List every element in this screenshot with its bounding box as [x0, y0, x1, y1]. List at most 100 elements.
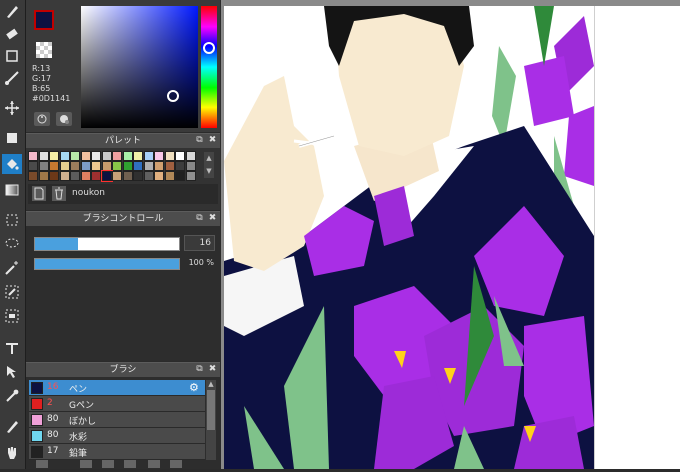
palette-swatch[interactable] [38, 161, 49, 171]
palette-swatch[interactable] [28, 161, 38, 171]
palette-swatch[interactable] [122, 161, 133, 171]
brush-size-value[interactable]: 16 [184, 235, 215, 251]
delete-palette-icon[interactable] [52, 186, 66, 201]
transparent-color-swatch[interactable] [36, 42, 52, 58]
palette-swatch[interactable] [112, 161, 122, 171]
palette-swatch[interactable] [112, 151, 122, 161]
float-panel-icon[interactable]: ⧉ [194, 213, 205, 224]
primary-color-swatch[interactable] [34, 10, 54, 30]
palette-swatch[interactable] [143, 171, 154, 181]
brush-item[interactable]: 16 ペン ⚙ [29, 380, 205, 396]
palette-swatch[interactable] [100, 170, 113, 182]
palette-swatch[interactable] [164, 171, 175, 181]
select-pen-tool-icon[interactable] [2, 282, 22, 302]
brush-scrollbar[interactable]: ▲ [206, 380, 216, 460]
brush-item[interactable]: 17 鉛筆 [29, 444, 205, 460]
palette-swatch[interactable] [91, 161, 101, 171]
palette-swatch[interactable] [133, 171, 143, 181]
hue-cursor[interactable] [203, 42, 215, 54]
palette-scrollbar[interactable]: ▲ ▼ [204, 152, 214, 178]
bucket-tool-icon[interactable] [2, 154, 22, 174]
brush-item[interactable]: 80 ぼかし [29, 412, 205, 428]
palette-swatch[interactable] [185, 151, 196, 161]
close-panel-icon[interactable]: ✖ [207, 364, 218, 375]
palette-swatch[interactable] [80, 171, 91, 181]
hue-slider[interactable] [201, 6, 217, 128]
brush-export-icon[interactable] [124, 460, 136, 468]
hand-tool-icon[interactable] [2, 442, 22, 462]
palette-swatch[interactable] [154, 161, 164, 171]
palette-swatch[interactable] [28, 151, 38, 161]
brush-opacity-slider[interactable] [34, 258, 180, 270]
palette-swatch[interactable] [49, 161, 59, 171]
brush-add-icon[interactable] [36, 460, 48, 468]
eraser-tool-icon[interactable] [2, 24, 22, 44]
palette-swatch[interactable] [38, 151, 49, 161]
select-rect-tool-icon[interactable] [2, 210, 22, 230]
color-wheel-button[interactable] [34, 112, 50, 126]
palette-swatch[interactable] [49, 151, 59, 161]
move-tool-icon[interactable] [2, 98, 22, 118]
palette-swatch[interactable] [91, 151, 101, 161]
palette-swatch[interactable] [91, 171, 101, 181]
brush-item[interactable]: 80 水彩 [29, 428, 205, 444]
select-eraser-tool-icon[interactable] [2, 306, 22, 326]
palette-swatch[interactable] [143, 151, 154, 161]
color-settings-button[interactable] [56, 112, 72, 126]
gradient-tool-icon[interactable] [2, 180, 22, 200]
canvas-artwork[interactable] [224, 6, 594, 469]
rect-tool-icon[interactable] [2, 46, 22, 66]
fill-shape-tool-icon[interactable] [2, 128, 22, 148]
palette-swatch[interactable] [80, 151, 91, 161]
brush-copy-icon[interactable] [80, 460, 92, 468]
palette-swatch[interactable] [122, 151, 133, 161]
operation-tool-icon[interactable] [2, 362, 22, 382]
palette-swatch[interactable] [49, 171, 59, 181]
brush-item[interactable]: 2 Gペン [29, 396, 205, 412]
palette-swatch[interactable] [164, 151, 175, 161]
brush-delete-icon[interactable] [170, 460, 182, 468]
brush-import-icon[interactable] [102, 460, 114, 468]
line-tool-icon[interactable] [2, 68, 22, 88]
palette-swatch[interactable] [154, 171, 164, 181]
close-panel-icon[interactable]: ✖ [207, 135, 218, 146]
palette-swatch[interactable] [175, 171, 185, 181]
palette-swatch[interactable] [185, 171, 196, 181]
palette-swatch[interactable] [101, 151, 112, 161]
palette-swatch[interactable] [143, 161, 154, 171]
lasso-tool-icon[interactable] [2, 234, 22, 254]
palette-swatch[interactable] [70, 151, 80, 161]
eyedropper-tool-icon[interactable] [2, 386, 22, 406]
palette-swatch[interactable] [59, 171, 70, 181]
palette-swatch[interactable] [38, 171, 49, 181]
dropper-pen-tool-icon[interactable] [2, 416, 22, 436]
close-panel-icon[interactable]: ✖ [207, 213, 218, 224]
palette-swatch[interactable] [164, 161, 175, 171]
palette-swatch[interactable] [59, 161, 70, 171]
palette-swatch[interactable] [185, 161, 196, 171]
palette-swatch[interactable] [70, 161, 80, 171]
saturation-value-picker[interactable] [81, 6, 198, 128]
palette-swatch[interactable] [112, 171, 122, 181]
magic-wand-tool-icon[interactable] [2, 258, 22, 278]
palette-name[interactable]: noukon [72, 188, 105, 198]
palette-swatch[interactable] [80, 161, 91, 171]
palette-swatch[interactable] [175, 151, 185, 161]
brush-tool-icon[interactable] [2, 2, 22, 22]
palette-swatch[interactable] [154, 151, 164, 161]
palette-swatch[interactable] [70, 171, 80, 181]
float-panel-icon[interactable]: ⧉ [194, 135, 205, 146]
palette-swatch[interactable] [28, 171, 38, 181]
palette-swatch[interactable] [101, 161, 112, 171]
palette-swatch[interactable] [175, 161, 185, 171]
palette-swatch[interactable] [122, 171, 133, 181]
palette-swatch[interactable] [133, 151, 143, 161]
brush-settings-icon[interactable] [148, 460, 160, 468]
sv-cursor[interactable] [167, 90, 179, 102]
float-panel-icon[interactable]: ⧉ [194, 364, 205, 375]
palette-swatch[interactable] [59, 151, 70, 161]
new-palette-icon[interactable] [32, 186, 46, 201]
gear-icon[interactable]: ⚙ [189, 381, 199, 394]
text-tool-icon[interactable] [2, 338, 22, 358]
palette-swatch[interactable] [133, 161, 143, 171]
